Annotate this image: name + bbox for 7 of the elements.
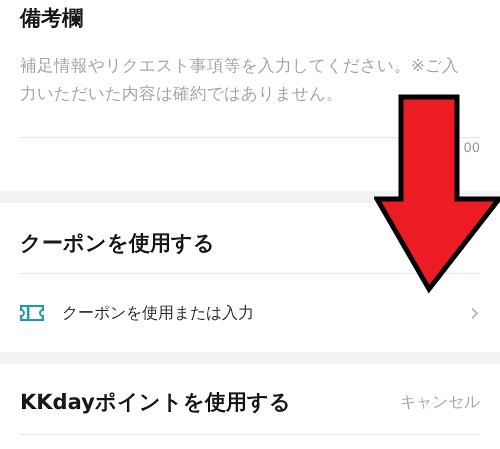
coupon-label: クーポンを使用または入力	[62, 302, 255, 324]
coupon-row[interactable]: クーポンを使用または入力 ›	[20, 274, 480, 352]
character-counter: 00	[463, 141, 480, 158]
chevron-icon: ›	[470, 298, 480, 328]
section-title: KKdayポイントを使用する	[20, 389, 291, 416]
section-title: 備考欄	[20, 5, 84, 32]
ticket-icon	[20, 305, 44, 321]
